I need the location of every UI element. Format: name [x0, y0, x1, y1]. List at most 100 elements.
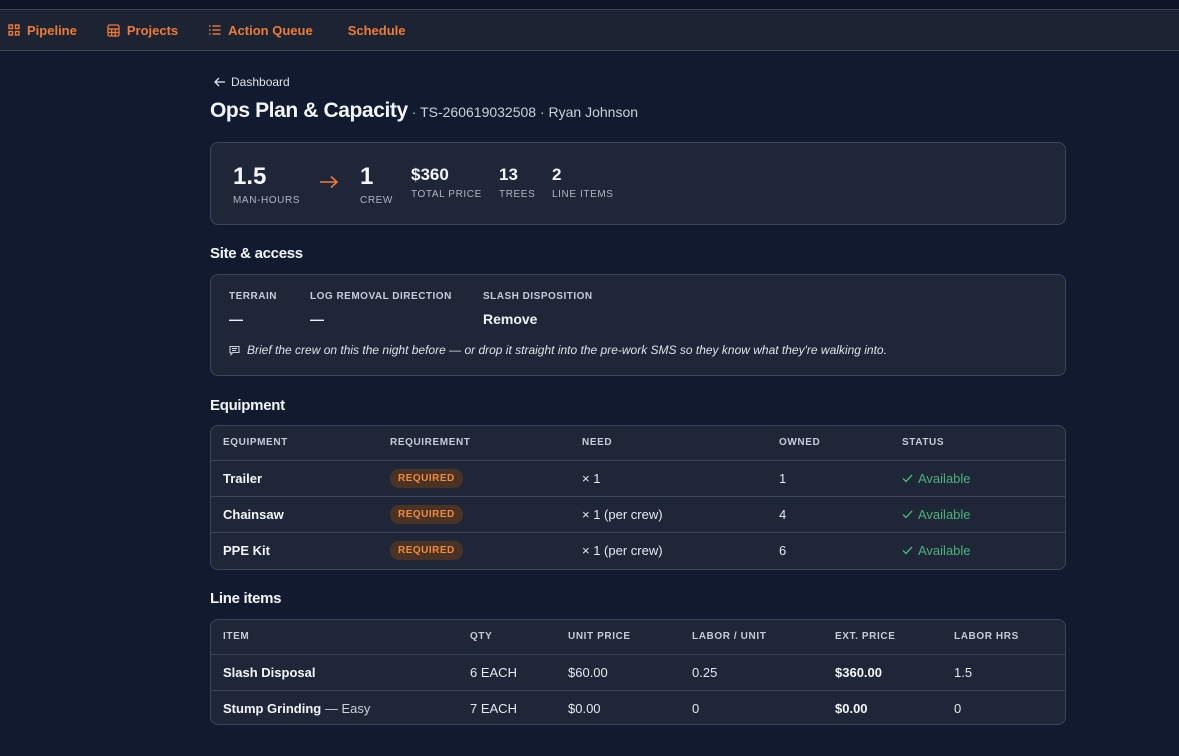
- check-icon: [902, 474, 913, 483]
- site-access-title: Site & access: [210, 245, 303, 262]
- terrain-value: —: [229, 311, 243, 327]
- owned-cell: 1: [767, 460, 890, 497]
- stat-crew-value: 1: [360, 163, 374, 190]
- requirement-cell: REQUIRED: [378, 460, 570, 497]
- nav-schedule[interactable]: Schedule: [348, 10, 406, 50]
- item-variant: — Easy: [321, 700, 371, 716]
- labor-hrs-cell: 1.5: [942, 654, 1065, 691]
- line-items-header-row: ITEM QTY UNIT PRICE LABOR / UNIT EXT. PR…: [211, 620, 1065, 655]
- required-badge: REQUIRED: [390, 540, 463, 560]
- stat-man-hours: 1.5 MAN-HOURS: [233, 163, 300, 206]
- log-removal-field: LOG REMOVAL DIRECTION —: [310, 291, 452, 327]
- item-cell: Slash Disposal: [211, 654, 458, 691]
- list-icon: [209, 25, 221, 35]
- arrow-right-icon: [320, 175, 339, 189]
- col-requirement: REQUIREMENT: [378, 426, 570, 461]
- owned-cell: 6: [779, 542, 787, 558]
- need-cell: × 1 (per crew): [582, 542, 663, 558]
- nav-pipeline-label: Pipeline: [27, 22, 77, 38]
- back-link-label: Dashboard: [231, 75, 290, 89]
- equipment-table-card: EQUIPMENT REQUIREMENT NEED OWNED STATUS …: [210, 425, 1066, 570]
- line-items-title: Line items: [210, 590, 282, 607]
- stat-crew: 1 CREW: [360, 163, 393, 206]
- table-row: Trailer REQUIRED × 1 1 Available: [211, 460, 1065, 497]
- stat-total-price: $360 TOTAL PRICE: [411, 163, 482, 200]
- requirement-cell: REQUIRED: [378, 496, 570, 533]
- need-cell: × 1 (per crew): [570, 496, 767, 533]
- qty-cell: 7 EACH: [470, 700, 517, 716]
- crew-brief-note: Brief the crew on this the night before …: [229, 343, 887, 357]
- owned-cell: 4: [767, 496, 890, 533]
- need-cell: × 1: [570, 460, 767, 497]
- labor-unit-cell: 0: [692, 700, 700, 716]
- col-owned: OWNED: [767, 426, 890, 461]
- stat-total-price-value: $360: [411, 165, 449, 184]
- top-nav: Pipeline Projects Action Queue Schedule: [0, 10, 1179, 51]
- line-items-table-card: ITEM QTY UNIT PRICE LABOR / UNIT EXT. PR…: [210, 619, 1066, 725]
- item-name: Slash Disposal: [223, 664, 316, 680]
- arrow-left-icon: [214, 77, 225, 87]
- site-access-card: TERRAIN — LOG REMOVAL DIRECTION — SLASH …: [210, 274, 1066, 376]
- equipment-header-row: EQUIPMENT REQUIREMENT NEED OWNED STATUS: [211, 426, 1065, 461]
- col-need: NEED: [570, 426, 767, 461]
- stat-man-hours-label: MAN-HOURS: [233, 195, 301, 206]
- col-unit-price: UNIT PRICE: [556, 620, 680, 655]
- nav-pipeline[interactable]: Pipeline: [8, 10, 77, 50]
- stats-card: 1.5 MAN-HOURS 1 CREW $360 TOTAL PRICE 13…: [210, 142, 1066, 225]
- top-band: [0, 0, 1179, 10]
- line-items-table: ITEM QTY UNIT PRICE LABOR / UNIT EXT. PR…: [211, 620, 1065, 724]
- nav-projects-label: Projects: [126, 22, 179, 38]
- unit-price-cell: $60.00: [556, 654, 680, 691]
- log-removal-label: LOG REMOVAL DIRECTION: [310, 291, 452, 302]
- col-status: STATUS: [890, 426, 1065, 461]
- col-item: ITEM: [211, 620, 458, 655]
- labor-hrs-cell: 0: [954, 700, 962, 716]
- terrain-label: TERRAIN: [229, 291, 277, 302]
- table-row: Slash Disposal 6 EACH $60.00 0.25 $360.0…: [211, 654, 1065, 691]
- col-labor-unit: LABOR / UNIT: [680, 620, 823, 655]
- status-badge: Available: [902, 471, 971, 486]
- equipment-name: PPE Kit: [223, 542, 270, 558]
- nav-action-queue[interactable]: Action Queue: [208, 10, 313, 50]
- nav-projects[interactable]: Projects: [107, 10, 178, 50]
- slash-disposition-label: SLASH DISPOSITION: [483, 291, 593, 302]
- item-name: Stump Grinding: [223, 700, 322, 716]
- equipment-name: Trailer: [211, 460, 378, 497]
- status-cell: Available: [890, 460, 1065, 497]
- required-badge: REQUIRED: [390, 468, 463, 488]
- grid-icon: [8, 24, 20, 36]
- status-badge: Available: [902, 543, 971, 558]
- message-icon: [229, 345, 240, 356]
- status-text: Available: [918, 506, 971, 522]
- col-equipment: EQUIPMENT: [211, 426, 378, 461]
- equipment-title: Equipment: [210, 397, 285, 414]
- slash-disposition-value: Remove: [483, 311, 538, 327]
- status-badge: Available: [902, 507, 971, 522]
- calendar-grid-icon: [107, 23, 120, 37]
- back-link[interactable]: Dashboard: [214, 75, 290, 89]
- table-row: PPE Kit REQUIRED × 1 (per crew) 6 Availa…: [211, 532, 1065, 568]
- qty-cell: 6 EACH: [458, 654, 556, 691]
- ext-price-cell: $360.00: [823, 654, 942, 691]
- stat-trees-value: 13: [499, 165, 518, 184]
- crew-brief-text: Brief the crew on this the night before …: [247, 343, 887, 357]
- stat-trees-label: TREES: [499, 189, 536, 200]
- table-row: Chainsaw REQUIRED × 1 (per crew) 4 Avail…: [211, 496, 1065, 533]
- equipment-table: EQUIPMENT REQUIREMENT NEED OWNED STATUS …: [211, 426, 1065, 568]
- status-text: Available: [918, 542, 971, 558]
- page-header: Ops Plan & Capacity · TS-260619032508 · …: [210, 99, 638, 123]
- labor-unit-cell: 0.25: [680, 654, 823, 691]
- stat-line-items-value: 2: [552, 165, 562, 184]
- page-title: Ops Plan & Capacity: [210, 99, 408, 122]
- unit-price-cell: $0.00: [568, 700, 601, 716]
- check-icon: [902, 546, 913, 555]
- item-cell: Stump Grinding — Easy: [211, 690, 458, 724]
- stat-trees: 13 TREES: [499, 163, 535, 200]
- stat-man-hours-value: 1.5: [233, 163, 267, 190]
- stat-total-price-label: TOTAL PRICE: [411, 189, 482, 200]
- log-removal-value: —: [310, 311, 324, 327]
- ext-price-cell: $0.00: [835, 700, 868, 716]
- status-cell: Available: [890, 496, 1065, 533]
- terrain-field: TERRAIN —: [229, 291, 277, 327]
- check-icon: [902, 510, 913, 519]
